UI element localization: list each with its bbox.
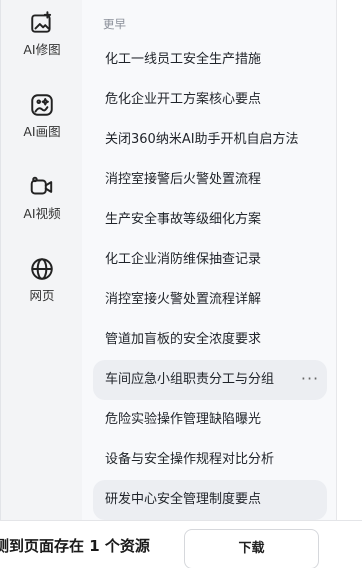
history-item[interactable]: 设备与安全操作规程对比分析	[93, 440, 327, 480]
history-item-title: 生产安全事故等级细化方案	[105, 212, 262, 227]
history-item[interactable]: 管道加盲板的安全浓度要求	[93, 320, 327, 360]
video-camera-icon	[30, 176, 53, 195]
content-pane-edge	[336, 0, 362, 520]
nav-item-label: AI画图	[23, 124, 61, 139]
more-options-icon[interactable]: ···	[299, 371, 321, 388]
history-item-title: 消控室接火警处置流程详解	[105, 292, 262, 307]
history-item-title: 关闭360纳米AI助手开机自启方法	[105, 132, 299, 147]
history-item[interactable]: 关闭360纳米AI助手开机自启方法	[93, 120, 327, 160]
history-item-title: 消控室接警后火警处置流程	[105, 172, 262, 187]
image-sparkle-icon	[31, 94, 53, 116]
section-header: 更早	[103, 17, 126, 31]
history-item-title: 危险实验操作管理缺陷曝光	[105, 412, 262, 427]
history-item[interactable]: 危险实验操作管理缺陷曝光	[93, 400, 327, 440]
history-item[interactable]: 化工企业消防维保抽查记录	[93, 240, 327, 280]
nav-item-label: AI修图	[23, 42, 61, 57]
history-item-title: 管道加盲板的安全浓度要求	[105, 332, 262, 347]
history-item-title: 化工企业消防维保抽查记录	[105, 252, 262, 267]
history-item-title: 设备与安全操作规程对比分析	[105, 452, 275, 467]
image-edit-icon	[31, 11, 52, 33]
history-item-title: 化工一线员工安全生产措施	[105, 52, 262, 67]
nav-item-web[interactable]: 网页	[1, 256, 83, 304]
resource-detection-bar: 测到页面存在 1 个资源 下载	[0, 520, 362, 568]
history-item[interactable]: 消控室接警后火警处置流程	[93, 160, 327, 200]
history-item[interactable]: 消控室接火警处置流程详解	[93, 280, 327, 320]
download-button[interactable]: 下载	[184, 529, 319, 568]
history-item-title: 危化企业开工方案核心要点	[105, 92, 262, 107]
history-item[interactable]: 危化企业开工方案核心要点	[93, 80, 327, 120]
nav-item-label: AI视频	[23, 206, 61, 221]
history-item-hovered[interactable]: 车间应急小组职责分工与分组 ···	[93, 360, 327, 400]
history-item-title: 车间应急小组职责分工与分组	[105, 372, 275, 387]
resource-count-text: 测到页面存在 1 个资源	[0, 537, 150, 555]
nav-item-ai-retouch[interactable]: AI修图	[1, 10, 83, 58]
nav-item-ai-drawing[interactable]: AI画图	[1, 92, 83, 140]
nav-item-ai-video[interactable]: AI视频	[1, 174, 83, 222]
app-sidebar: AI修图 AI画图 AI视频 网页	[0, 0, 82, 520]
history-item[interactable]: 化工一线员工安全生产措施	[93, 40, 327, 80]
history-item-title: 研发中心安全管理制度要点	[105, 492, 262, 507]
history-panel: 更早 化工一线员工安全生产措施 危化企业开工方案核心要点 关闭360纳米AI助手…	[82, 0, 336, 520]
globe-icon	[31, 258, 53, 280]
history-item[interactable]: 生产安全事故等级细化方案	[93, 200, 327, 240]
history-item-active[interactable]: 研发中心安全管理制度要点	[93, 480, 327, 520]
nav-item-label: 网页	[29, 288, 55, 303]
